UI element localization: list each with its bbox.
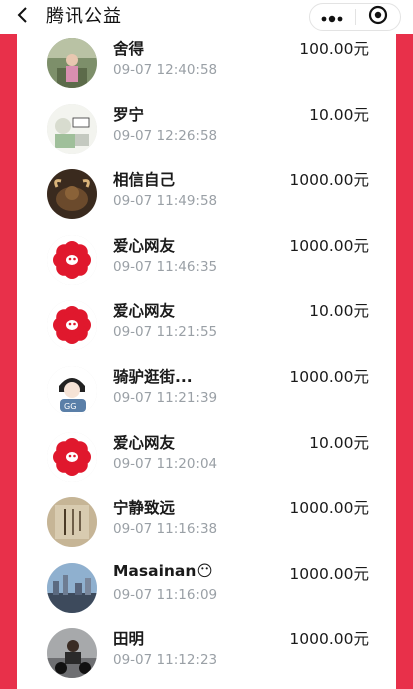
donation-amount: 1000.00元 xyxy=(289,368,369,386)
donation-time: 09-07 11:46:35 xyxy=(113,258,218,275)
donation-amount: 1000.00元 xyxy=(289,564,369,583)
donation-time: 09-07 11:21:55 xyxy=(113,324,218,341)
page-title: 腾讯公益 xyxy=(46,6,122,27)
red-border-right xyxy=(396,34,413,689)
donation-row[interactable]: 相信自己 09-07 11:49:58 1000.00元 xyxy=(17,165,396,230)
donor-avatar xyxy=(47,562,97,613)
donor-name: 舍得 xyxy=(113,40,145,58)
donation-time: 09-07 11:12:23 xyxy=(113,652,218,669)
donation-list: 舍得 09-07 12:40:58 100.00元 罗宁 09-07 12:26:58… xyxy=(17,34,396,689)
donor-name: 爱心网友 xyxy=(113,236,176,255)
donation-row[interactable]: 罗宁 09-07 12:26:58 10.00元 xyxy=(17,100,396,165)
donation-time: 09-07 12:26:58 xyxy=(113,127,218,144)
donation-amount: 1000.00元 xyxy=(289,630,369,649)
donation-amount: 10.00元 xyxy=(309,433,369,452)
donation-time: 09-07 11:21:39 xyxy=(113,390,218,406)
donation-amount: 1000.00元 xyxy=(289,499,369,518)
donor-name: 爱心网友 xyxy=(113,302,176,321)
chevron-left-icon xyxy=(16,6,30,28)
donation-amount: 1000.00元 xyxy=(289,171,369,190)
donation-amount: 10.00元 xyxy=(309,302,369,321)
nav-bar: 腾讯公益 xyxy=(0,0,413,34)
more-dots-icon xyxy=(320,8,344,27)
donor-name: 宁静致远 xyxy=(113,499,176,518)
donor-name: 骑驴逛街... xyxy=(113,368,193,386)
donation-row[interactable]: 爱心网友 09-07 11:21:55 10.00元 xyxy=(17,296,396,361)
donation-row[interactable]: Masainan😶 09-07 11:16:09 1000.00元 xyxy=(17,559,396,624)
mini-program-capsule xyxy=(309,3,401,31)
donor-avatar xyxy=(47,628,97,679)
donor-avatar xyxy=(47,497,97,548)
donor-avatar xyxy=(47,431,97,482)
donor-name: 田明 xyxy=(113,630,145,649)
donation-row[interactable]: 宁静致远 09-07 11:16:38 1000.00元 xyxy=(17,493,396,558)
donation-amount: 10.00元 xyxy=(309,105,369,124)
donor-avatar: GG xyxy=(47,366,97,416)
donation-row[interactable]: 爱心网友 09-07 11:20:04 10.00元 xyxy=(17,428,396,493)
donation-row[interactable]: GG 骑驴逛街... 09-07 11:21:39 1000.00元 xyxy=(17,362,396,427)
close-button[interactable] xyxy=(355,4,400,30)
donation-row[interactable]: 田明 09-07 11:12:23 1000.00元 xyxy=(17,624,396,689)
donation-time: 09-07 11:20:04 xyxy=(113,455,218,472)
target-circle-icon xyxy=(368,5,388,29)
donor-avatar xyxy=(47,169,97,220)
app-frame: 腾讯公益 舍得 09-07 12:40:58 100.00元 罗宁 09-07 … xyxy=(0,0,413,689)
donation-time: 09-07 11:16:09 xyxy=(113,586,218,603)
donation-time: 09-07 11:16:38 xyxy=(113,521,218,538)
donation-time: 09-07 12:40:58 xyxy=(113,62,218,78)
donor-avatar xyxy=(47,300,97,351)
donor-avatar xyxy=(47,234,97,285)
donor-name: 罗宁 xyxy=(113,105,145,124)
donation-time: 09-07 11:49:58 xyxy=(113,193,218,210)
more-button[interactable] xyxy=(310,4,355,30)
red-border-left xyxy=(0,34,17,689)
svg-text:GG: GG xyxy=(64,402,76,411)
donation-row[interactable]: 舍得 09-07 12:40:58 100.00元 xyxy=(17,34,396,99)
donor-avatar xyxy=(47,103,97,154)
donation-amount: 1000.00元 xyxy=(289,236,369,255)
donation-amount: 100.00元 xyxy=(299,40,369,58)
donor-name: Masainan😶 xyxy=(113,561,213,580)
donation-row[interactable]: 爱心网友 09-07 11:46:35 1000.00元 xyxy=(17,231,396,296)
donor-name: 爱心网友 xyxy=(113,433,176,452)
back-button[interactable] xyxy=(10,4,36,30)
donor-name: 相信自己 xyxy=(113,171,176,190)
donor-avatar xyxy=(47,38,97,88)
